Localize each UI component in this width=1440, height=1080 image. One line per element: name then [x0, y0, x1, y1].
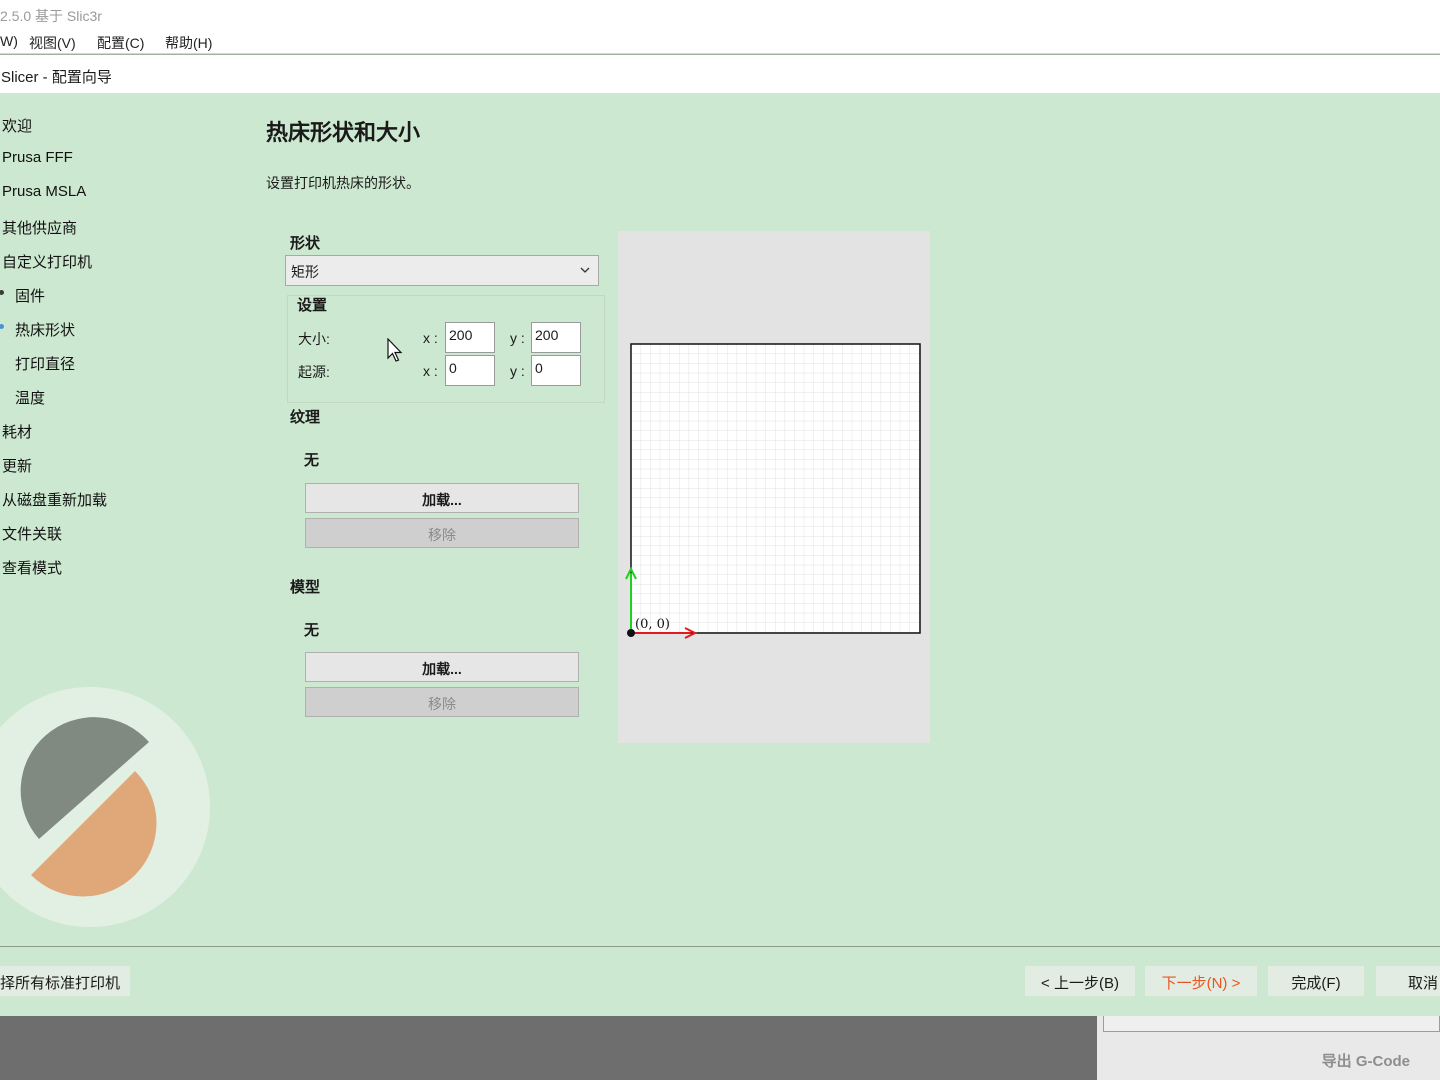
finish-button[interactable]: 完成(F) [1268, 966, 1364, 996]
sidebar-bullet-firmware [0, 290, 4, 295]
config-wizard-dialog: Slicer - 配置向导 欢迎 Prusa FFF Prusa MSLA 其他… [0, 54, 1440, 1016]
shape-select[interactable]: 矩形 [285, 255, 599, 286]
dialog-title-bar: Slicer - 配置向导 [0, 55, 1440, 93]
origin-text: (0, 0) [635, 617, 670, 632]
origin-y-input[interactable]: 0 [531, 355, 581, 386]
size-y-input[interactable]: 200 [531, 322, 581, 353]
sidebar-item-filament[interactable]: 耗材 [2, 421, 32, 442]
chevron-down-icon [580, 267, 590, 273]
bed-preview-canvas: (0, 0) [625, 343, 921, 639]
prusa-logo [0, 687, 210, 927]
model-load-button[interactable]: 加载... [305, 652, 579, 682]
sidebar-item-prusa-fff[interactable]: Prusa FFF [2, 149, 73, 166]
sidebar-item-view-mode[interactable]: 查看模式 [2, 557, 62, 578]
sidebar-item-other-vendors[interactable]: 其他供应商 [2, 217, 77, 238]
prusa-logo-icon [20, 717, 157, 897]
texture-remove-button[interactable]: 移除 [305, 518, 579, 548]
sidebar-item-reload-from-disk[interactable]: 从磁盘重新加载 [2, 489, 107, 510]
main-window-sidebar-bottom: 导出 G-Code [1097, 1016, 1440, 1080]
sidebar-item-firmware[interactable]: 固件 [15, 285, 45, 306]
shape-select-value: 矩形 [291, 264, 319, 280]
menu-help[interactable]: 帮助(H) [165, 33, 212, 53]
export-gcode-button[interactable]: 导出 G-Code [1322, 1050, 1410, 1071]
cancel-button[interactable]: 取消 [1376, 966, 1440, 996]
sidebar-item-updates[interactable]: 更新 [2, 455, 32, 476]
texture-label: 纹理 [290, 409, 321, 426]
next-button[interactable]: 下一步(N) > [1145, 966, 1257, 996]
sidebar-item-custom-printer[interactable]: 自定义打印机 [2, 251, 92, 272]
texture-value: 无 [304, 452, 320, 469]
origin-y-label: y : [510, 363, 525, 379]
app-title: 2.5.0 基于 Slic3r [0, 8, 102, 24]
size-y-label: y : [510, 330, 525, 346]
sidebar-item-welcome[interactable]: 欢迎 [2, 115, 32, 136]
texture-load-button[interactable]: 加载... [305, 483, 579, 513]
page-description: 设置打印机热床的形状。 [266, 175, 420, 191]
footer-separator [0, 946, 1440, 947]
back-button[interactable]: < 上一步(B) [1025, 966, 1135, 996]
size-label: 大小: [298, 331, 330, 347]
select-all-standard-printers-button[interactable]: 择所有标准打印机 [0, 966, 130, 996]
menu-config[interactable]: 配置(C) [97, 33, 144, 53]
mouse-cursor-icon [387, 338, 403, 362]
bed-preview: (0, 0) [618, 231, 930, 743]
sidebar-item-print-diameter[interactable]: 打印直径 [15, 353, 75, 374]
sidebar-item-prusa-msla[interactable]: Prusa MSLA [2, 183, 86, 200]
size-x-input[interactable]: 200 [445, 322, 495, 353]
dialog-title: Slicer - 配置向导 [1, 69, 112, 86]
sidebar-item-temperature[interactable]: 温度 [15, 387, 45, 408]
menu-view[interactable]: 视图(V) [29, 33, 76, 53]
model-label: 模型 [290, 579, 321, 596]
model-value: 无 [304, 622, 320, 639]
menu-window[interactable]: W) [0, 33, 18, 49]
bed-grid [630, 343, 921, 634]
origin-point [627, 629, 635, 637]
sidebar-item-bed-shape[interactable]: 热床形状 [15, 319, 75, 340]
page-title: 热床形状和大小 [266, 120, 421, 145]
main-window-viewport [0, 1016, 1097, 1080]
origin-label: 起源: [298, 364, 330, 380]
settings-label: 设置 [297, 297, 328, 314]
origin-x-label: x : [423, 363, 438, 379]
app-menubar: W) 视图(V) 配置(C) 帮助(H) [0, 28, 1440, 54]
origin-x-input[interactable]: 0 [445, 355, 495, 386]
app-title-bar: 2.5.0 基于 Slic3r [0, 0, 1440, 28]
shape-label: 形状 [290, 235, 321, 252]
size-x-label: x : [423, 330, 438, 346]
model-remove-button[interactable]: 移除 [305, 687, 579, 717]
sidebar-bullet-bed-shape [0, 324, 4, 329]
main-window-panel [1103, 1016, 1440, 1032]
sidebar-item-file-association[interactable]: 文件关联 [2, 523, 62, 544]
